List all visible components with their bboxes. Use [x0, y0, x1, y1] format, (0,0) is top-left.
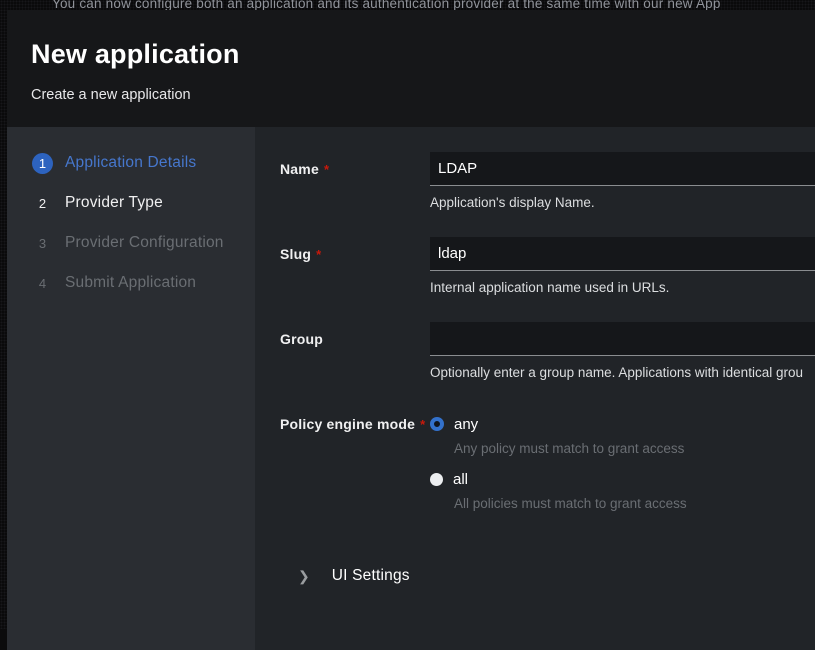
- wizard-step-application-details[interactable]: 1 Application Details: [32, 143, 255, 183]
- step-label: Application Details: [65, 154, 196, 172]
- radio-all-label[interactable]: all: [453, 471, 468, 488]
- step-number-badge: 1: [32, 153, 53, 174]
- name-help-text: Application's display Name.: [430, 195, 815, 211]
- name-control: Application's display Name.: [430, 152, 815, 211]
- group-label-text: Group: [280, 331, 323, 347]
- radio-all-unchecked[interactable]: [430, 473, 443, 486]
- group-label: Group: [280, 322, 430, 381]
- ui-settings-expander[interactable]: ❯ UI Settings: [280, 567, 815, 585]
- required-asterisk: *: [324, 162, 329, 177]
- policy-engine-mode-control: any Any policy must match to grant acces…: [430, 414, 815, 524]
- step-number: 3: [32, 233, 53, 254]
- slug-field-row: Slug * Internal application name used in …: [280, 237, 815, 296]
- slug-label: Slug *: [280, 237, 430, 296]
- policy-engine-mode-label: Policy engine mode *: [280, 414, 430, 524]
- new-application-modal: New application Create a new application…: [7, 10, 815, 650]
- wizard-nav: 1 Application Details 2 Provider Type 3 …: [7, 127, 255, 650]
- step-label: Submit Application: [65, 274, 196, 292]
- wizard-step-provider-configuration: 3 Provider Configuration: [32, 223, 255, 263]
- name-label: Name *: [280, 152, 430, 211]
- group-field-row: Group Optionally enter a group name. App…: [280, 322, 815, 381]
- name-label-text: Name: [280, 161, 319, 177]
- wizard-step-submit-application: 4 Submit Application: [32, 263, 255, 303]
- radio-any-help: Any policy must match to grant access: [454, 441, 815, 456]
- slug-help-text: Internal application name used in URLs.: [430, 280, 815, 296]
- wizard-step-provider-type[interactable]: 2 Provider Type: [32, 183, 255, 223]
- radio-any-label[interactable]: any: [454, 416, 478, 433]
- policy-engine-mode-row: Policy engine mode * any Any policy must …: [280, 407, 815, 524]
- policy-label-text: Policy engine mode: [280, 416, 415, 432]
- required-asterisk: *: [420, 417, 425, 432]
- step-label: Provider Configuration: [65, 234, 224, 252]
- radio-option-any[interactable]: any: [430, 414, 815, 434]
- required-asterisk: *: [316, 247, 321, 262]
- step-label: Provider Type: [65, 194, 163, 212]
- slug-label-text: Slug: [280, 246, 311, 262]
- radio-all-help: All policies must match to grant access: [454, 496, 815, 511]
- application-details-form: Name * Application's display Name. Slug * …: [255, 127, 815, 650]
- slug-control: Internal application name used in URLs.: [430, 237, 815, 296]
- step-number: 4: [32, 273, 53, 294]
- name-input[interactable]: [430, 152, 815, 186]
- ui-settings-label: UI Settings: [332, 567, 410, 585]
- group-help-text: Optionally enter a group name. Applicati…: [430, 365, 815, 381]
- radio-option-all[interactable]: all: [430, 469, 815, 489]
- radio-any-checked[interactable]: [430, 417, 444, 431]
- name-field-row: Name * Application's display Name.: [280, 152, 815, 211]
- modal-header: New application Create a new application: [7, 10, 815, 127]
- modal-body: 1 Application Details 2 Provider Type 3 …: [7, 127, 815, 650]
- page-title: New application: [31, 39, 815, 70]
- chevron-right-icon: ❯: [298, 569, 310, 583]
- group-control: Optionally enter a group name. Applicati…: [430, 322, 815, 381]
- slug-input[interactable]: [430, 237, 815, 271]
- group-input[interactable]: [430, 322, 815, 356]
- step-number: 2: [32, 193, 53, 214]
- modal-subtitle: Create a new application: [31, 87, 815, 103]
